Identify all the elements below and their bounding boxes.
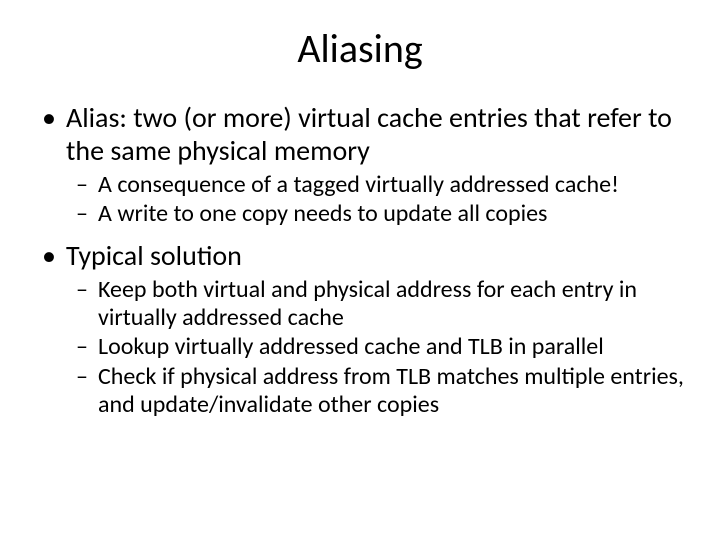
sub-bullet-item: – A write to one copy needs to update al…: [76, 200, 690, 228]
bullet-text: Typical solution: [66, 239, 690, 272]
sub-bullet-text: A write to one copy needs to update all …: [98, 200, 690, 228]
sub-bullet-marker: –: [76, 171, 98, 199]
sub-bullet-item: – Lookup virtually addressed cache and T…: [76, 333, 690, 361]
sub-bullet-marker: –: [76, 333, 98, 361]
sub-list: – Keep both virtual and physical address…: [76, 276, 690, 420]
bullet-item: • Typical solution: [38, 239, 690, 272]
sub-bullet-text: Keep both virtual and physical address f…: [98, 276, 690, 333]
slide-title: Aliasing: [30, 24, 690, 73]
sub-bullet-marker: –: [76, 363, 98, 420]
sub-bullet-item: – A consequence of a tagged virtually ad…: [76, 171, 690, 199]
sub-bullet-marker: –: [76, 276, 98, 333]
slide-content: • Alias: two (or more) virtual cache ent…: [30, 101, 690, 419]
sub-list: – A consequence of a tagged virtually ad…: [76, 171, 690, 229]
bullet-text: Alias: two (or more) virtual cache entri…: [66, 101, 690, 167]
sub-bullet-item: – Check if physical address from TLB mat…: [76, 363, 690, 420]
sub-bullet-text: Lookup virtually addressed cache and TLB…: [98, 333, 690, 361]
sub-bullet-marker: –: [76, 200, 98, 228]
bullet-marker: •: [38, 101, 66, 167]
bullet-marker: •: [38, 239, 66, 272]
sub-bullet-item: – Keep both virtual and physical address…: [76, 276, 690, 333]
bullet-item: • Alias: two (or more) virtual cache ent…: [38, 101, 690, 167]
sub-bullet-text: Check if physical address from TLB match…: [98, 363, 690, 420]
sub-bullet-text: A consequence of a tagged virtually addr…: [98, 171, 690, 199]
